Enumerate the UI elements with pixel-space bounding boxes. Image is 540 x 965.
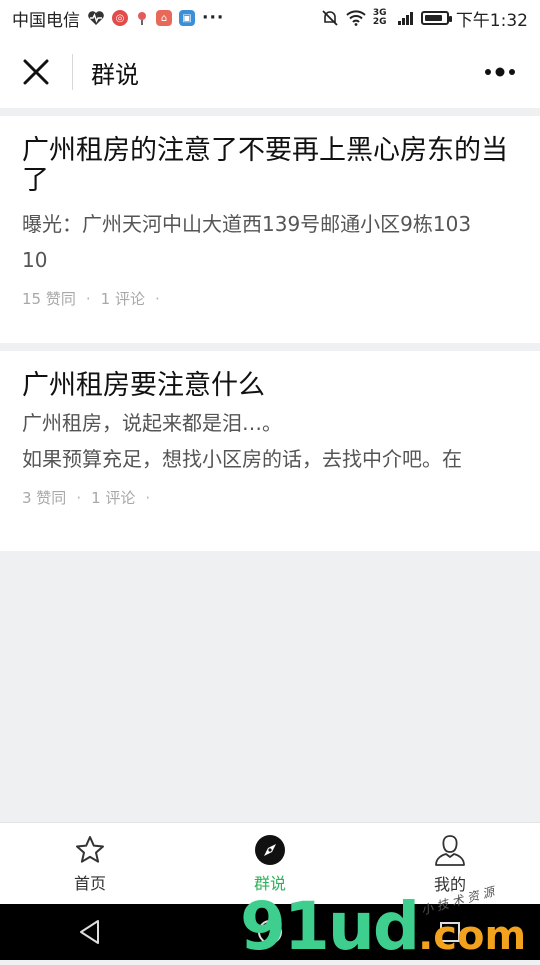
- tab-label: 群说: [253, 873, 286, 893]
- star-icon: [76, 835, 104, 863]
- network-type: 3G 2G: [372, 8, 387, 27]
- meta-separator: ·: [145, 488, 151, 507]
- carrier-name: 中国电信: [12, 10, 80, 31]
- meta-separator: ·: [154, 289, 160, 308]
- post-title[interactable]: 广州租房要注意什么: [22, 371, 518, 401]
- post-excerpt: 广州租房，说起来都是泪…。 如果预算充足，想找小区房的话，去找中介吧。在: [22, 405, 518, 477]
- tab-label: 我的: [433, 874, 466, 894]
- signal-icon: [397, 12, 413, 25]
- post-excerpt-line: 曝光：广州天河中山大道西139号邮通小区9栋103: [22, 212, 472, 236]
- post-card[interactable]: 广州租房的注意了不要再上黑心房东的当了 曝光：广州天河中山大道西139号邮通小区…: [0, 116, 540, 343]
- nav-divider: [72, 54, 73, 90]
- recent-apps-icon[interactable]: [438, 920, 462, 944]
- post-excerpt-line: 广州租房，说起来都是泪…。: [22, 411, 282, 435]
- mute-icon: [322, 10, 338, 26]
- comment-count: 1 评论: [91, 489, 136, 507]
- more-dots-icon: [485, 67, 515, 77]
- compass-icon: [255, 834, 285, 865]
- close-icon: [23, 59, 49, 85]
- back-icon[interactable]: [78, 919, 102, 945]
- tab-bar: 首页 群说 我的: [0, 822, 540, 904]
- heart-rate-icon: [88, 11, 104, 25]
- location-pin-icon: [138, 12, 146, 25]
- like-count: 15 赞同: [22, 290, 76, 308]
- comment-count: 1 评论: [100, 290, 145, 308]
- tab-group-talk[interactable]: 群说: [180, 823, 360, 904]
- tab-home[interactable]: 首页: [0, 823, 180, 904]
- system-nav-bar: [0, 904, 540, 960]
- meta-separator: ·: [85, 289, 91, 308]
- user-icon: [435, 834, 465, 866]
- post-meta: 15 赞同 · 1 评论 ·: [22, 288, 518, 309]
- battery-icon: [420, 11, 452, 25]
- home-app-icon: ⌂: [156, 10, 172, 26]
- post-meta: 3 赞同 · 1 评论 ·: [22, 487, 518, 508]
- nav-bar: 群说: [0, 36, 540, 108]
- status-bar-left: 中国电信 ◎ ⌂ ▣ ···: [12, 6, 224, 31]
- post-title[interactable]: 广州租房的注意了不要再上黑心房东的当了: [22, 136, 518, 196]
- more-options-button[interactable]: [460, 36, 540, 108]
- page-title: 群说: [91, 60, 139, 89]
- more-notifications: ···: [202, 8, 225, 28]
- post-excerpt-line: 如果预算充足，想找小区房的话，去找中介吧。在: [22, 447, 462, 471]
- post-excerpt-line: 10: [22, 248, 48, 272]
- clock: 下午1:32: [455, 10, 528, 31]
- like-count: 3 赞同: [22, 489, 67, 507]
- tab-profile[interactable]: 我的: [360, 823, 540, 904]
- book-app-icon: ▣: [179, 10, 195, 26]
- home-icon[interactable]: [257, 919, 283, 945]
- status-bar-right: 3G 2G 下午1:32: [321, 6, 528, 31]
- app-notification-icon: ◎: [112, 10, 128, 26]
- post-excerpt: 曝光：广州天河中山大道西139号邮通小区9栋103 10: [22, 206, 518, 278]
- meta-separator: ·: [76, 488, 82, 507]
- wifi-icon: [346, 10, 366, 26]
- post-card[interactable]: 广州租房要注意什么 广州租房，说起来都是泪…。 如果预算充足，想找小区房的话，去…: [0, 351, 540, 551]
- tab-label: 首页: [73, 873, 106, 893]
- close-button[interactable]: [0, 36, 72, 108]
- status-bar: 中国电信 ◎ ⌂ ▣ ··· 3G 2G 下午1:32: [0, 0, 540, 36]
